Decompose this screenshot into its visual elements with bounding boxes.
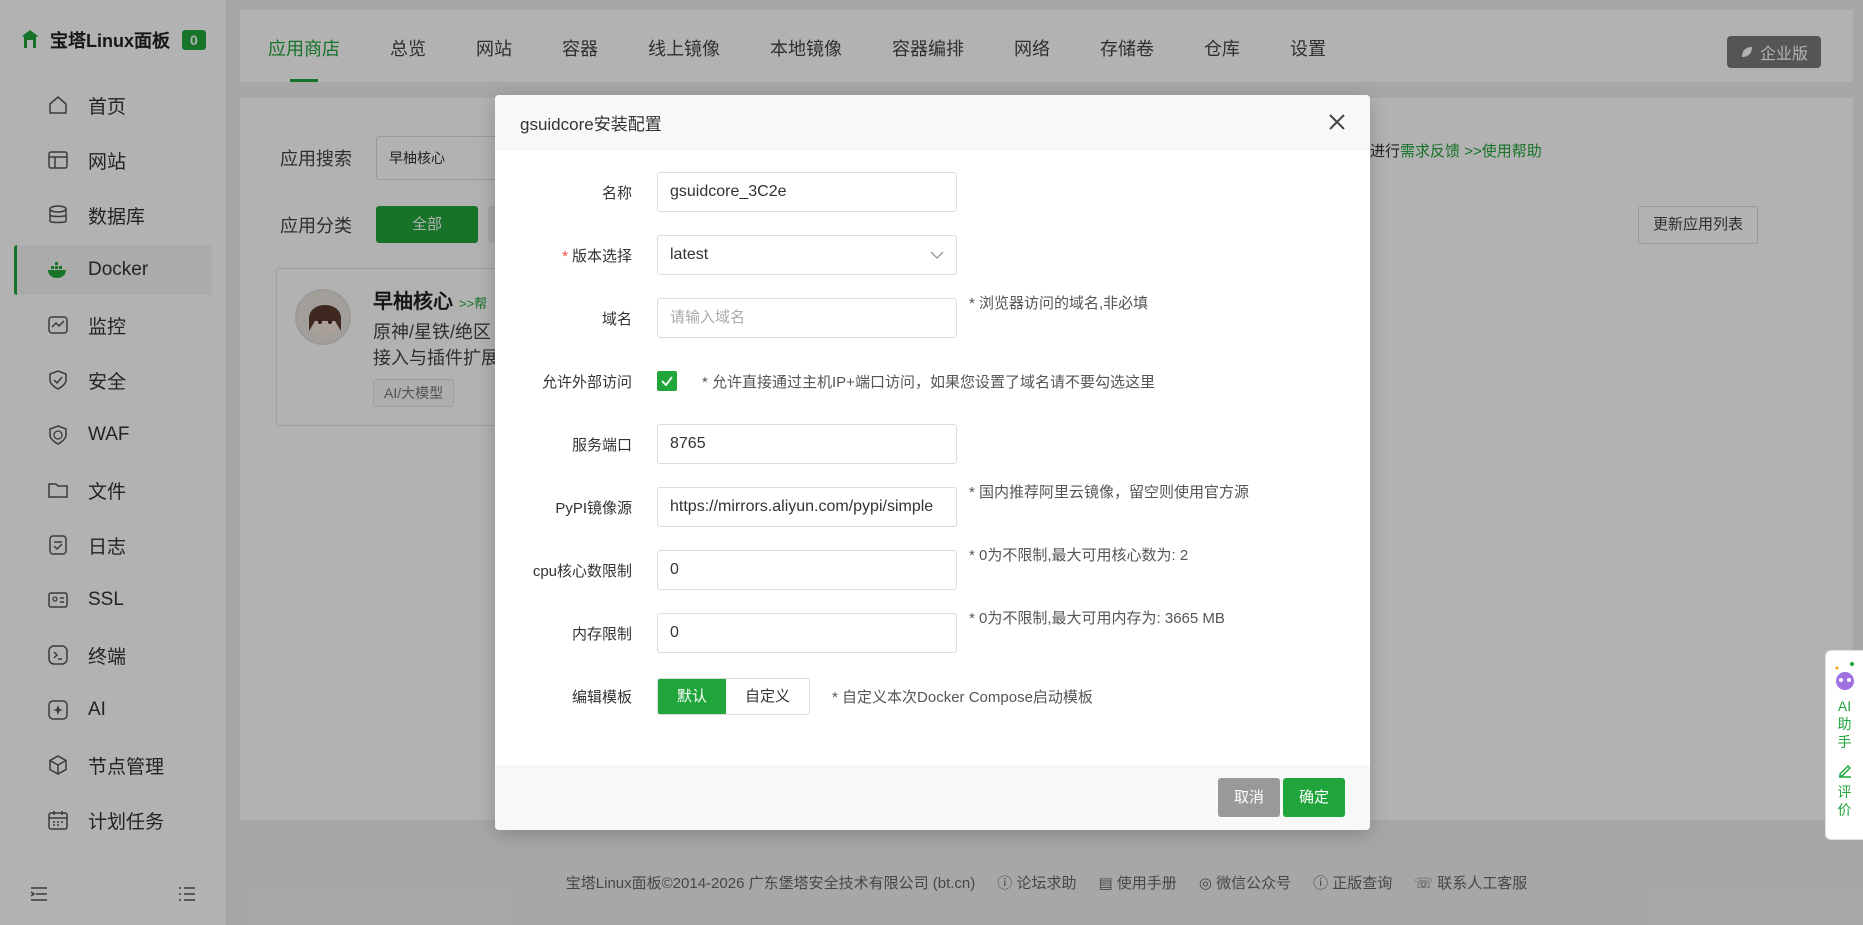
install-config-modal: gsuidcore安装配置 名称 gsuidcore_3C2e * 版本选择 la… — [495, 95, 1370, 830]
domain-textarea[interactable]: 请输入域名 — [657, 298, 957, 338]
check-icon — [661, 376, 673, 387]
domain-label: 域名 — [601, 310, 632, 328]
ai-widget-label3: 手 — [1837, 734, 1852, 750]
required-mark: * — [562, 247, 568, 265]
external-access-checkbox[interactable] — [657, 371, 677, 391]
confirm-button[interactable]: 确定 — [1283, 778, 1345, 817]
ai-robot-icon — [1835, 662, 1854, 690]
cpu-limit-label: cpu核心数限制 — [532, 562, 632, 580]
pypi-tip: * 国内推荐阿里云镜像，留空则使用官方源 — [969, 484, 1250, 501]
cpu-limit-input[interactable]: 0 — [657, 550, 957, 590]
template-tip: * 自定义本次Docker Compose启动模板 — [832, 688, 1093, 706]
name-label: 名称 — [601, 184, 632, 202]
edit-review-icon — [1838, 765, 1851, 778]
template-default-option[interactable]: 默认 — [658, 678, 727, 714]
name-input[interactable]: gsuidcore_3C2e — [657, 172, 957, 212]
memory-limit-tip: * 0为不限制,最大可用内存为: 3665 MB — [969, 610, 1225, 627]
template-custom-option[interactable]: 自定义 — [726, 678, 810, 714]
memory-limit-input[interactable]: 0 — [657, 613, 957, 653]
ai-widget-label5: 价 — [1837, 802, 1852, 818]
chevron-down-icon — [930, 251, 944, 259]
modal-footer: 取消 确定 — [495, 765, 1370, 830]
ai-widget-label4: 评 — [1837, 784, 1852, 800]
ai-assistant-widget[interactable]: AI 助 手 评 价 — [1825, 650, 1863, 840]
version-select-value: latest — [670, 246, 709, 263]
pypi-input[interactable]: https://mirrors.aliyun.com/pypi/simple — [657, 487, 957, 527]
pypi-label: PyPI镜像源 — [555, 499, 632, 517]
ai-widget-label1: AI — [1837, 698, 1852, 714]
external-access-tip: * 允许直接通过主机IP+端口访问，如果您设置了域名请不要勾选这里 — [702, 373, 1155, 391]
cpu-limit-tip: * 0为不限制,最大可用核心数为: 2 — [969, 547, 1189, 564]
version-label: * 版本选择 — [562, 247, 632, 265]
ai-widget-label2: 助 — [1837, 716, 1852, 732]
memory-limit-label: 内存限制 — [571, 625, 632, 643]
cancel-button[interactable]: 取消 — [1218, 778, 1280, 817]
template-toggle: 默认 自定义 — [657, 677, 811, 715]
modal-header: gsuidcore安装配置 — [495, 95, 1370, 150]
port-input[interactable]: 8765 — [657, 424, 957, 464]
external-access-label: 允许外部访问 — [541, 373, 632, 391]
domain-tip: * 浏览器访问的域名,非必填 — [969, 295, 1149, 312]
version-select[interactable]: latest — [657, 235, 957, 275]
modal-title: gsuidcore安装配置 — [520, 114, 662, 134]
close-icon[interactable] — [1326, 111, 1348, 133]
template-label: 编辑模板 — [571, 688, 632, 706]
port-label: 服务端口 — [571, 436, 632, 454]
